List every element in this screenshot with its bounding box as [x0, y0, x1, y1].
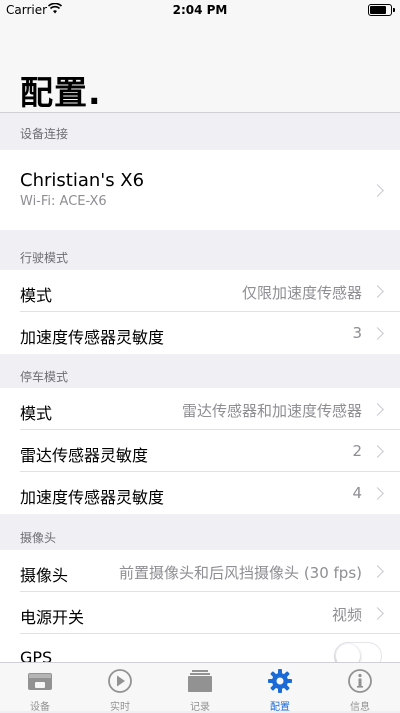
tab-config[interactable]: 配置	[240, 663, 320, 713]
tab-live[interactable]: 实时	[80, 663, 160, 713]
chevron-right-icon	[371, 184, 384, 197]
row-label: 雷达传感器灵敏度	[20, 446, 149, 465]
tab-label: 信息	[350, 702, 370, 713]
parking-accel-sensitivity-row[interactable]: 加速度传感器灵敏度 4	[0, 472, 400, 514]
status-bar: Carrier 2:04 PM	[0, 0, 400, 20]
row-value: 视频	[331, 606, 362, 624]
chevron-right-icon	[371, 607, 384, 620]
info-icon	[347, 668, 373, 694]
row-label: 模式	[20, 286, 53, 305]
tab-bar: 设备 实时 记录 配置 信息	[0, 662, 400, 713]
row-value: 仅限加速度传感器	[241, 284, 362, 302]
tab-device[interactable]: 设备	[0, 663, 80, 713]
driving-accel-sensitivity-row[interactable]: 加速度传感器灵敏度 3	[0, 312, 400, 354]
page-title: 配置.	[20, 73, 102, 112]
row-value: 前置摄像头和后风挡摄像头 (30 fps)	[119, 564, 362, 582]
tab-label: 配置	[270, 702, 290, 713]
dashcam-icon	[27, 668, 53, 694]
device-row[interactable]: Christian's X6 Wi-Fi: ACE-X6	[0, 150, 400, 230]
row-label: 加速度传感器灵敏度	[20, 488, 165, 507]
chevron-right-icon	[371, 403, 384, 416]
tab-label: 设备	[30, 702, 50, 713]
parking-mode-row[interactable]: 模式 雷达传感器和加速度传感器	[0, 388, 400, 430]
row-value: 3	[352, 324, 362, 342]
row-label: 模式	[20, 404, 53, 423]
section-header-label: 设备连接	[20, 127, 69, 141]
chevron-right-icon	[371, 285, 384, 298]
gear-icon	[267, 668, 293, 694]
play-circle-icon	[107, 668, 133, 694]
row-value: 2	[352, 442, 362, 460]
chevron-right-icon	[371, 445, 384, 458]
row-label: 摄像头	[20, 566, 69, 585]
device-name: Christian's X6	[20, 170, 145, 191]
chevron-right-icon	[371, 487, 384, 500]
section-header-camera: 摄像头	[0, 514, 400, 550]
driving-mode-row[interactable]: 模式 仅限加速度传感器	[0, 270, 400, 312]
status-time: 2:04 PM	[172, 3, 228, 17]
stack-icon	[187, 668, 213, 694]
section-header-label: 停车模式	[20, 370, 69, 384]
power-switch-row[interactable]: 电源开关 视频	[0, 592, 400, 634]
battery-fill	[370, 6, 386, 14]
row-label: 加速度传感器灵敏度	[20, 328, 165, 347]
chevron-right-icon	[371, 565, 384, 578]
parking-radar-sensitivity-row[interactable]: 雷达传感器灵敏度 2	[0, 430, 400, 472]
battery-icon	[368, 4, 395, 16]
section-header-label: 摄像头	[20, 531, 57, 545]
tab-label: 实时	[110, 702, 130, 713]
row-value: 雷达传感器和加速度传感器	[181, 402, 362, 420]
device-wifi: Wi-Fi: ACE-X6	[20, 194, 107, 209]
tab-records[interactable]: 记录	[160, 663, 240, 713]
section-header-driving: 行驶模式	[0, 230, 400, 270]
row-label: 电源开关	[20, 608, 85, 627]
chevron-right-icon	[371, 327, 384, 340]
navigation-header: 配置.	[0, 20, 400, 113]
section-header-parking: 停车模式	[0, 354, 400, 388]
section-header-label: 行驶模式	[20, 251, 69, 265]
row-value: 4	[352, 484, 362, 502]
section-header-device: 设备连接	[0, 113, 400, 150]
camera-row[interactable]: 摄像头 前置摄像头和后风挡摄像头 (30 fps)	[0, 550, 400, 592]
tab-info[interactable]: 信息	[320, 663, 400, 713]
tab-label: 记录	[190, 702, 210, 713]
